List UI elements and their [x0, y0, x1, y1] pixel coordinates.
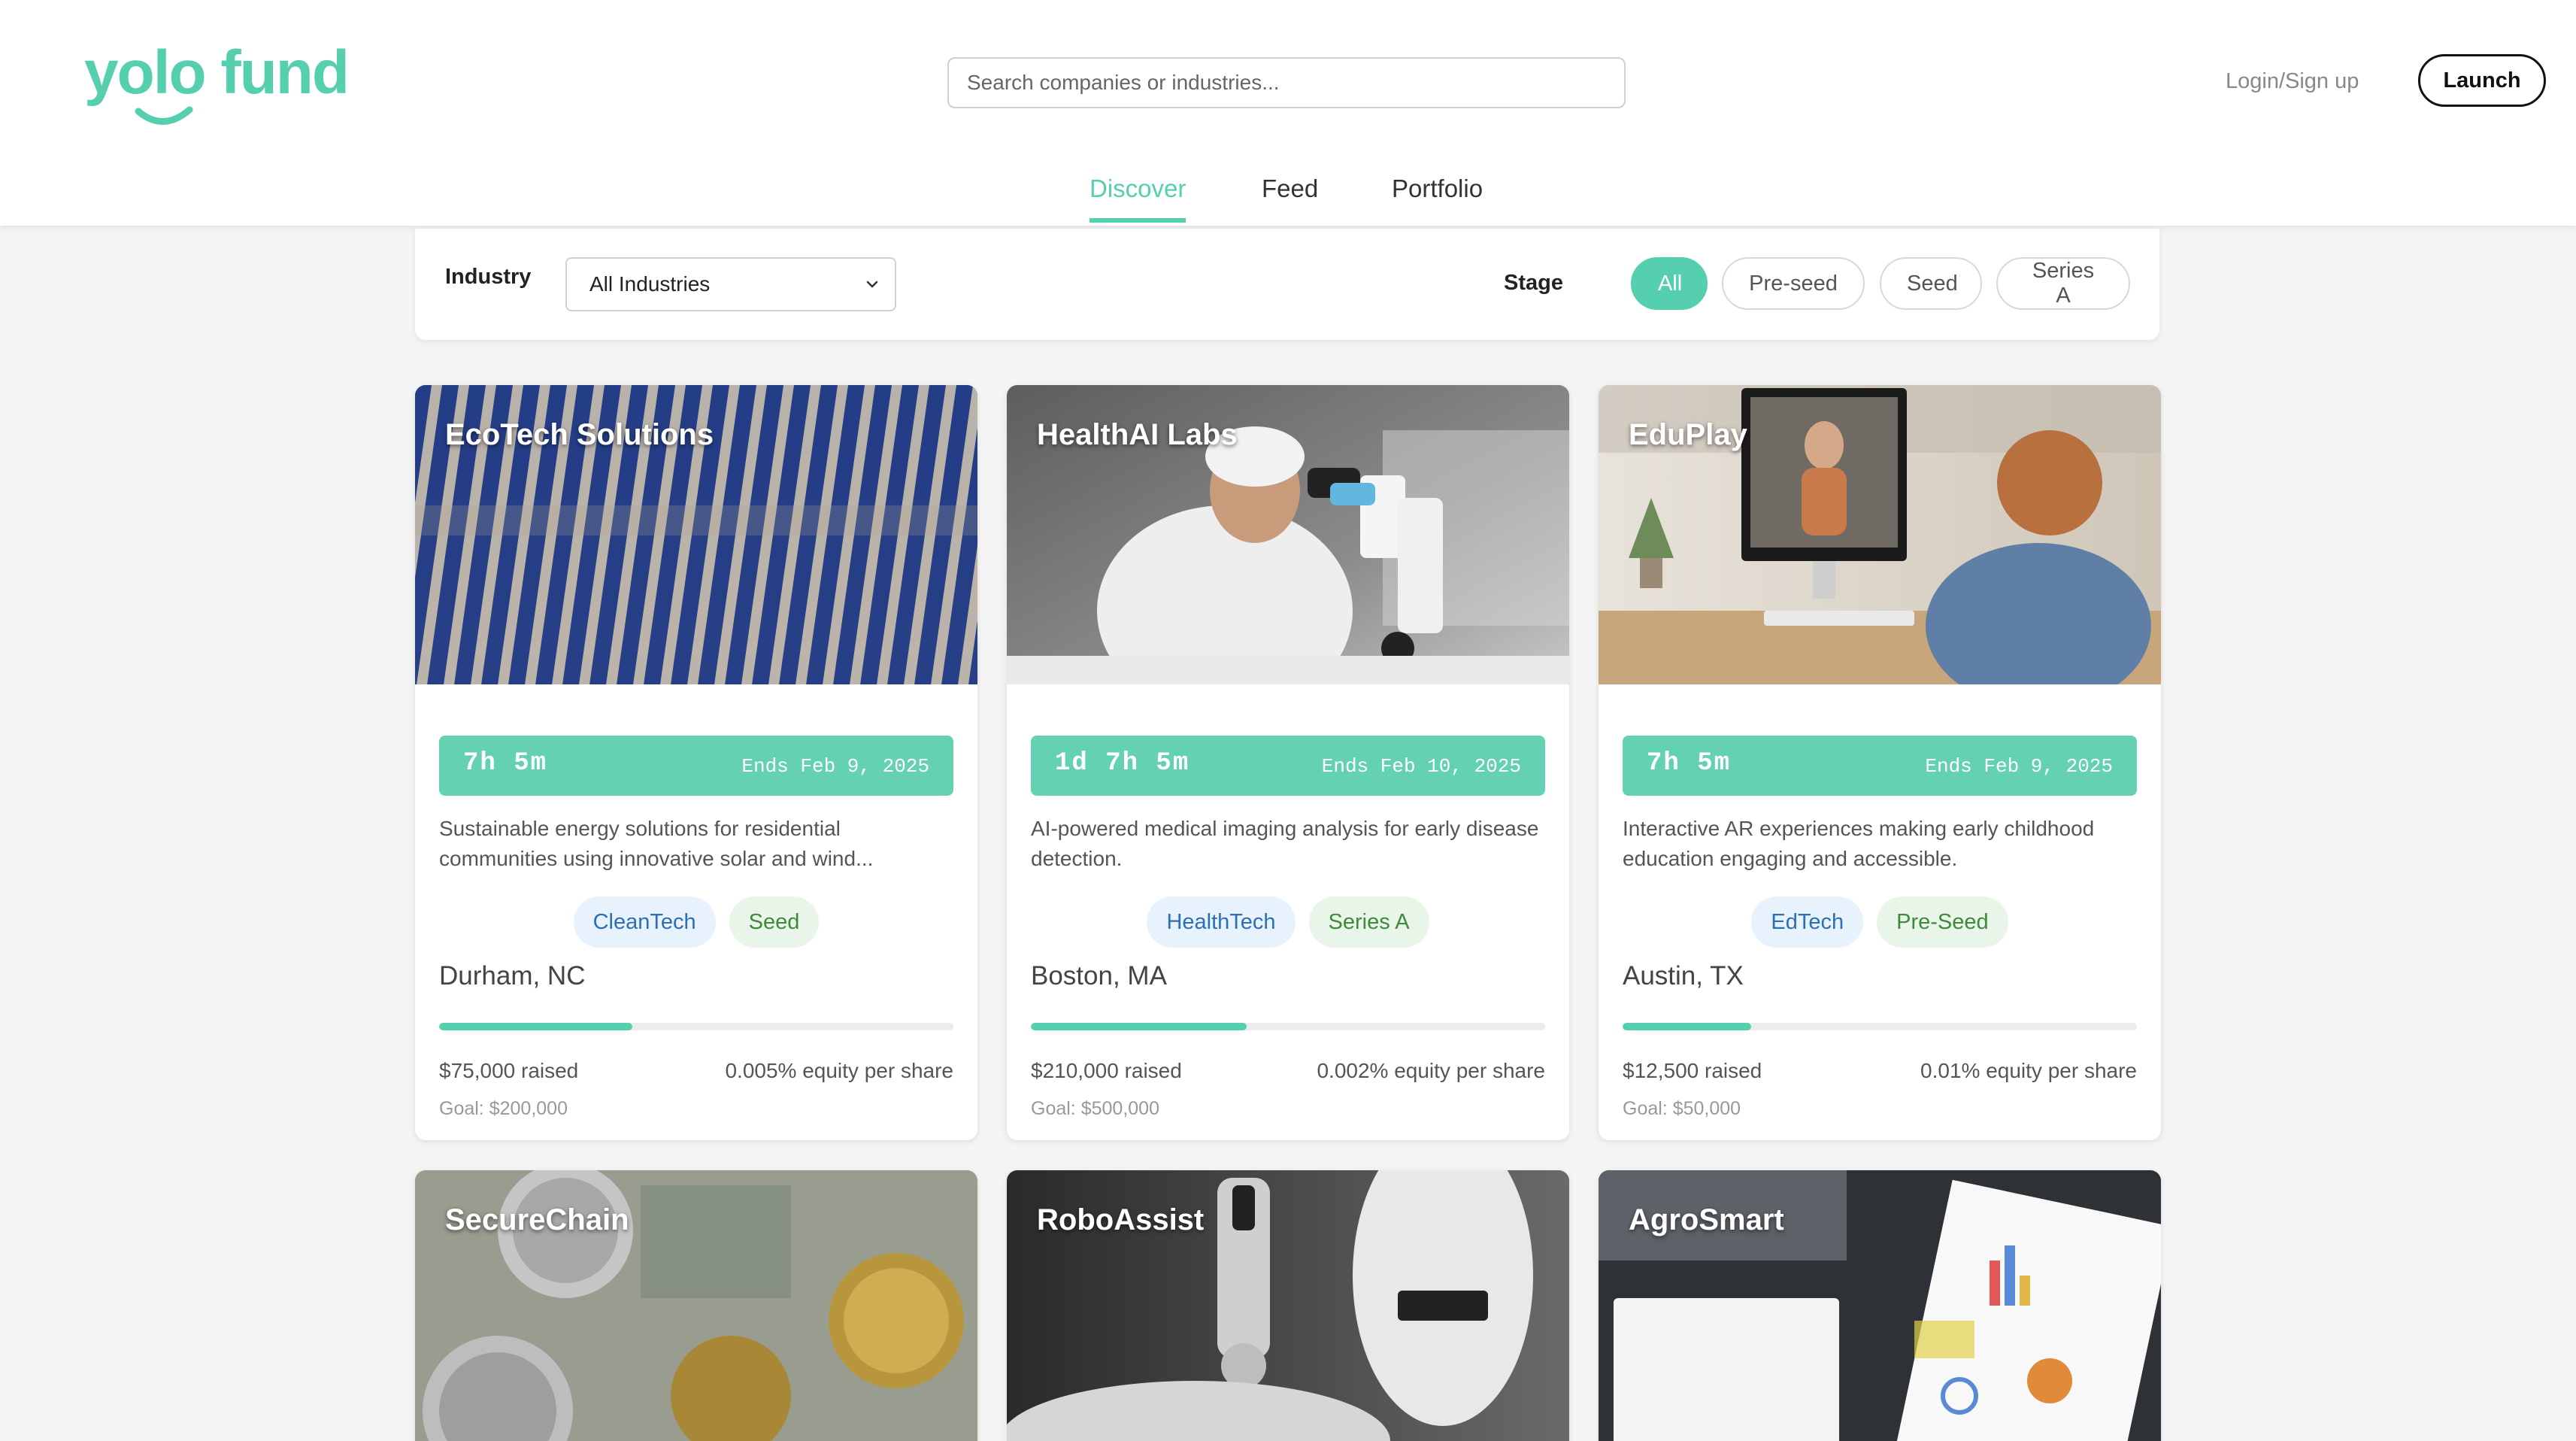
end-date: Ends Feb 9, 2025 — [741, 755, 929, 778]
tab-feed[interactable]: Feed — [1262, 174, 1318, 218]
yolo-fund-logo: yolo fund — [84, 38, 350, 125]
equity-per-share: 0.01% equity per share — [1920, 1059, 2137, 1082]
funding-goal: Goal: $200,000 — [439, 1098, 568, 1119]
stage-tag: Series A — [1308, 896, 1429, 948]
funding-progress-bar — [439, 1023, 953, 1030]
funding-progress-bar — [1031, 1023, 1545, 1030]
countdown-banner: 1d 7h 5m Ends Feb 10, 2025 — [1031, 736, 1545, 796]
tab-portfolio[interactable]: Portfolio — [1392, 174, 1483, 218]
countdown-banner: 7h 5m Ends Feb 9, 2025 — [439, 736, 953, 796]
end-date: Ends Feb 9, 2025 — [1925, 755, 2113, 778]
login-signup-link[interactable]: Login/Sign up — [2226, 66, 2359, 96]
stage-tag: Seed — [729, 896, 820, 948]
company-name[interactable]: EcoTech Solutions — [445, 418, 714, 452]
industry-select-value: All Industries — [589, 272, 711, 296]
funding-goal: Goal: $50,000 — [1623, 1098, 1741, 1119]
equity-per-share: 0.002% equity per share — [1317, 1059, 1545, 1082]
filter-bar: Industry All Industries Stage All Pre-se… — [415, 229, 2159, 340]
stage-pill-series-a[interactable]: Series A — [1996, 257, 2130, 310]
company-name[interactable]: EduPlay — [1629, 418, 1747, 452]
company-card[interactable]: AgroSmart — [1599, 1170, 2161, 1441]
chevron-down-icon — [866, 281, 878, 288]
industry-tag: CleanTech — [573, 896, 716, 948]
funding-goal: Goal: $500,000 — [1031, 1098, 1159, 1119]
industry-tag: EdTech — [1751, 896, 1864, 948]
logo-wordmark: yolo fund — [84, 38, 348, 107]
end-date: Ends Feb 10, 2025 — [1321, 755, 1521, 778]
search-input[interactable] — [947, 57, 1626, 108]
stage-label: Stage — [1504, 271, 1563, 295]
tag-row: EdTech Pre-Seed — [1599, 896, 2161, 948]
main-tabs: Discover Feed Portfolio — [0, 165, 2576, 226]
company-location: Durham, NC — [439, 961, 586, 990]
company-name[interactable]: RoboAssist — [1037, 1203, 1204, 1237]
company-description: Sustainable energy solutions for residen… — [439, 817, 874, 870]
stage-pill-all[interactable]: All — [1631, 257, 1708, 310]
funding-progress-fill — [439, 1023, 632, 1030]
time-left: 7h 5m — [463, 749, 548, 778]
amount-raised: $210,000 raised — [1031, 1059, 1182, 1082]
company-description: Interactive AR experiences making early … — [1623, 817, 2095, 870]
countdown-banner: 7h 5m Ends Feb 9, 2025 — [1623, 736, 2137, 796]
funding-progress-bar — [1623, 1023, 2137, 1030]
top-navbar: yolo fund Login/Sign up Launch Discover … — [0, 0, 2576, 226]
stage-pill-seed[interactable]: Seed — [1880, 257, 1982, 310]
company-location: Boston, MA — [1031, 961, 1167, 990]
company-description: AI-powered medical imaging analysis for … — [1031, 817, 1539, 870]
amount-raised: $12,500 raised — [1623, 1059, 1762, 1082]
launch-button[interactable]: Launch — [2418, 54, 2546, 107]
stage-tag: Pre-Seed — [1877, 896, 2008, 948]
equity-per-share: 0.005% equity per share — [725, 1059, 953, 1082]
time-left: 1d 7h 5m — [1055, 749, 1190, 778]
amount-raised: $75,000 raised — [439, 1059, 579, 1082]
funding-progress-fill — [1031, 1023, 1247, 1030]
company-card[interactable]: RoboAssist — [1007, 1170, 1569, 1441]
company-name[interactable]: AgroSmart — [1629, 1203, 1784, 1237]
company-card[interactable]: EduPlay 7h 5m Ends Feb 9, 2025 Interacti… — [1599, 385, 2161, 1140]
industry-tag: HealthTech — [1147, 896, 1296, 948]
stage-pill-pre-seed[interactable]: Pre-seed — [1722, 257, 1865, 310]
brand-logo[interactable]: yolo fund — [84, 36, 355, 134]
tag-row: HealthTech Series A — [1007, 896, 1569, 948]
tab-discover[interactable]: Discover — [1089, 174, 1186, 223]
industry-select[interactable]: All Industries — [565, 257, 896, 311]
company-card[interactable]: SecureChain — [415, 1170, 977, 1441]
industry-label: Industry — [445, 265, 532, 289]
company-name[interactable]: SecureChain — [445, 1203, 629, 1237]
company-name[interactable]: HealthAI Labs — [1037, 418, 1238, 452]
tag-row: CleanTech Seed — [415, 896, 977, 948]
company-card[interactable]: EcoTech Solutions 7h 5m Ends Feb 9, 2025… — [415, 385, 977, 1140]
company-location: Austin, TX — [1623, 961, 1744, 990]
time-left: 7h 5m — [1647, 749, 1732, 778]
funding-progress-fill — [1623, 1023, 1751, 1030]
company-card[interactable]: HealthAI Labs 1d 7h 5m Ends Feb 10, 2025… — [1007, 385, 1569, 1140]
